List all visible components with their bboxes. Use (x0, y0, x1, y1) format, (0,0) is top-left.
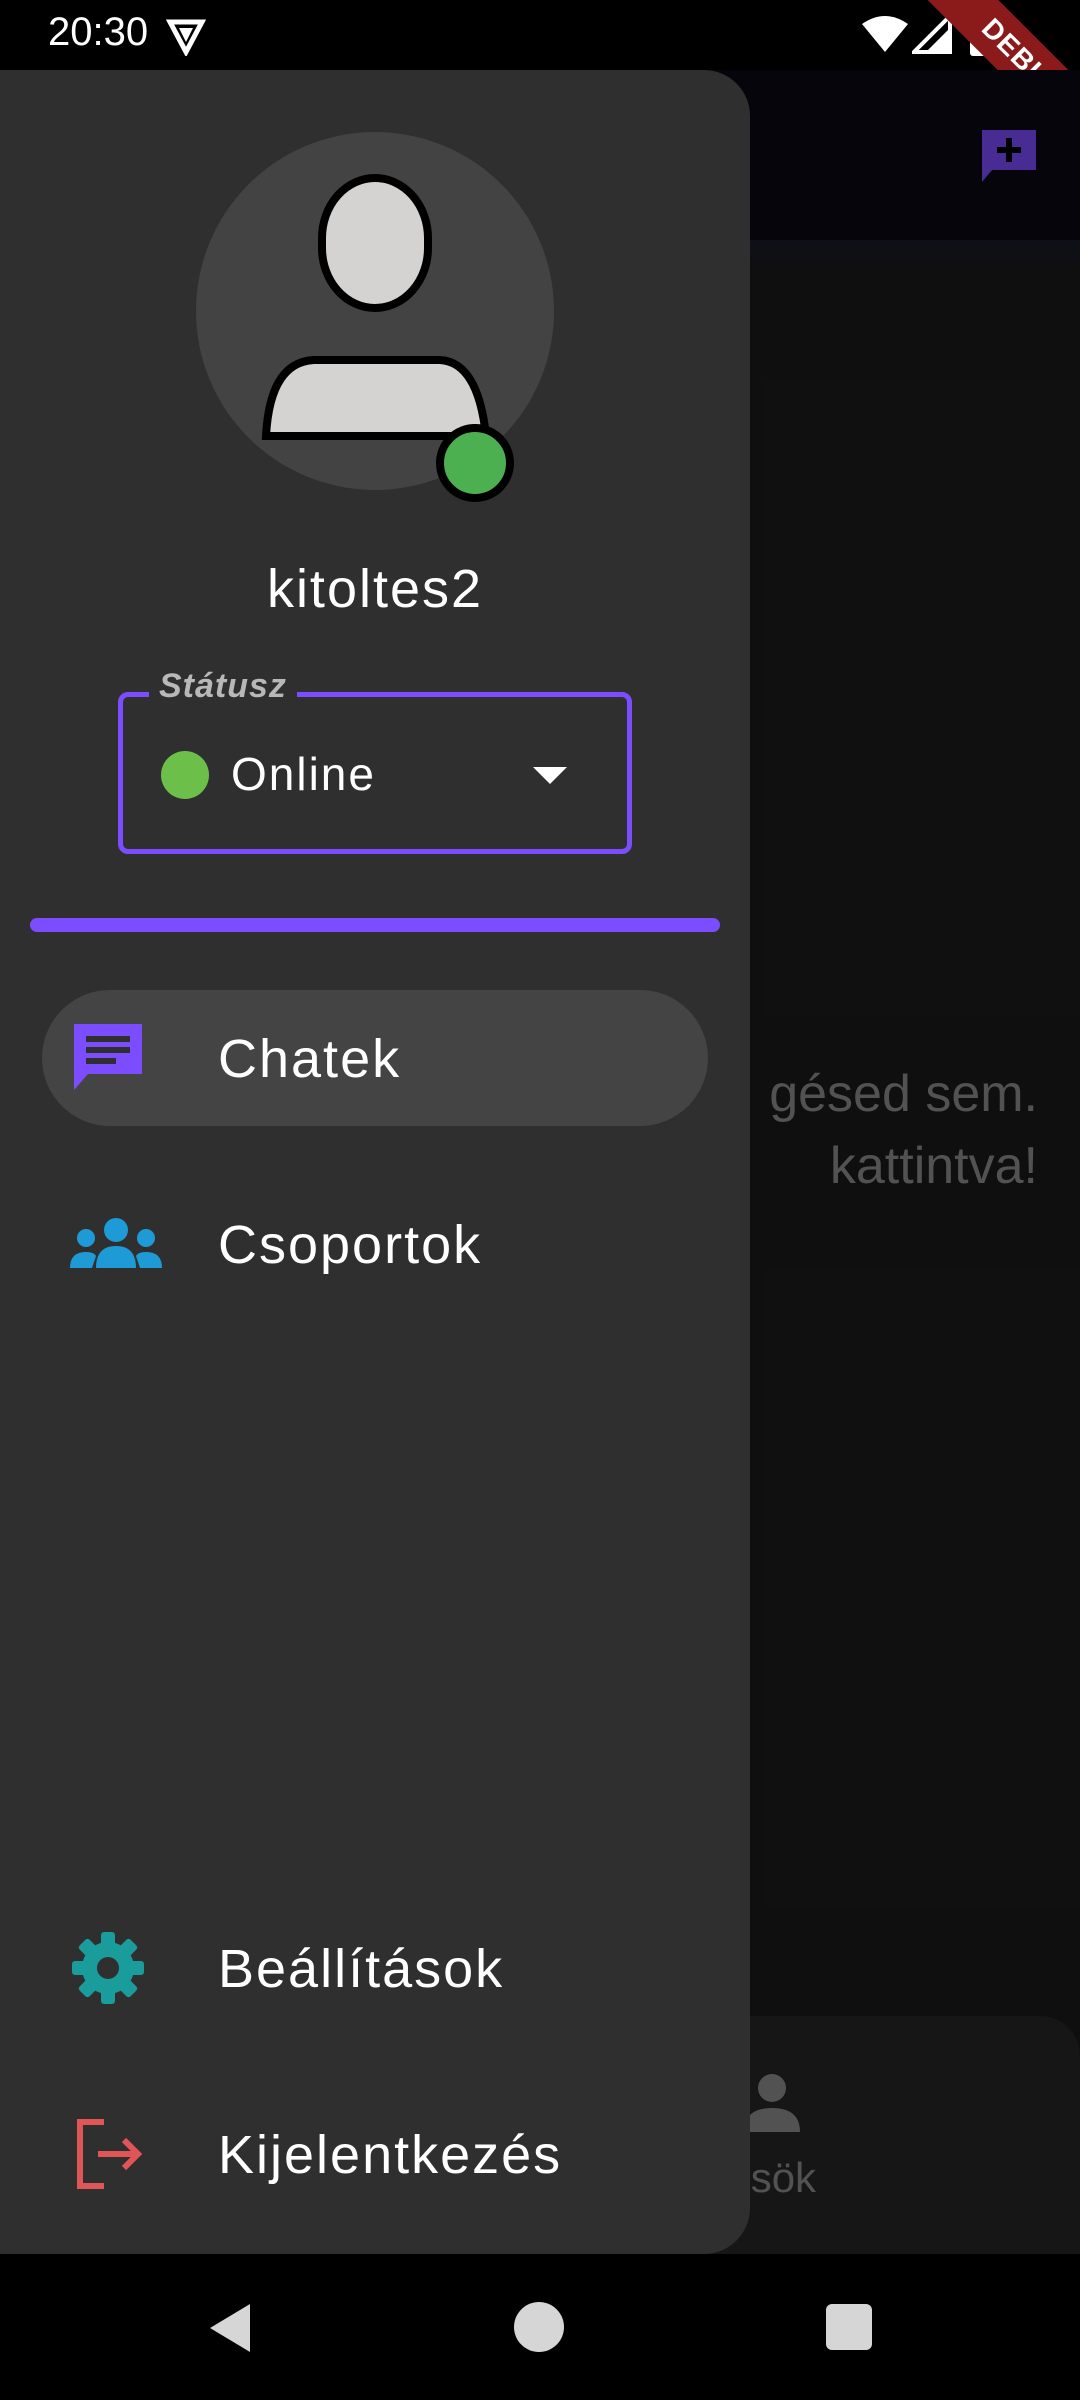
signal-icon (912, 14, 952, 54)
system-navigation-bar (0, 2254, 1080, 2400)
username: kitoltes2 (266, 559, 484, 619)
nav-label-kijelentkezes: Kijelentkezés (218, 2125, 563, 2185)
status-value: Online (231, 748, 376, 800)
nav-label-beallitasok: Beállítások (218, 1939, 505, 1999)
vpn-icon (166, 19, 206, 56)
nav-item-csoportok[interactable]: Csoportok (42, 1176, 708, 1312)
status-time: 20:30 (48, 10, 149, 54)
dropdown-arrow-icon[interactable] (533, 767, 567, 784)
wifi-icon (862, 16, 908, 52)
green-circle-icon (161, 751, 209, 799)
status-field-label: Státusz (149, 667, 297, 706)
progress-indicator (30, 918, 720, 932)
online-status-dot (436, 424, 514, 502)
nav-item-chatek[interactable]: Chatek (42, 990, 708, 1126)
recents-icon[interactable] (826, 2304, 872, 2350)
status-bar: 20:30 (0, 0, 1080, 70)
nav-label-csoportok: Csoportok (218, 1215, 483, 1275)
back-icon[interactable] (206, 2300, 254, 2356)
chat-icon (74, 1024, 142, 1090)
home-icon[interactable] (514, 2302, 564, 2352)
battery-icon (970, 12, 998, 56)
logout-icon (77, 2119, 143, 2189)
navigation-drawer: kitoltes2 Státusz Online Chatek Csoporto… (0, 70, 750, 2254)
gear-icon (72, 1932, 144, 2004)
groups-icon (70, 1218, 162, 1268)
nav-item-kijelentkezes[interactable]: Kijelentkezés (42, 2086, 708, 2222)
nav-label-chatek: Chatek (218, 1029, 402, 1089)
nav-item-beallitasok[interactable]: Beállítások (42, 1900, 708, 2036)
status-dropdown[interactable]: Státusz Online (118, 667, 632, 854)
